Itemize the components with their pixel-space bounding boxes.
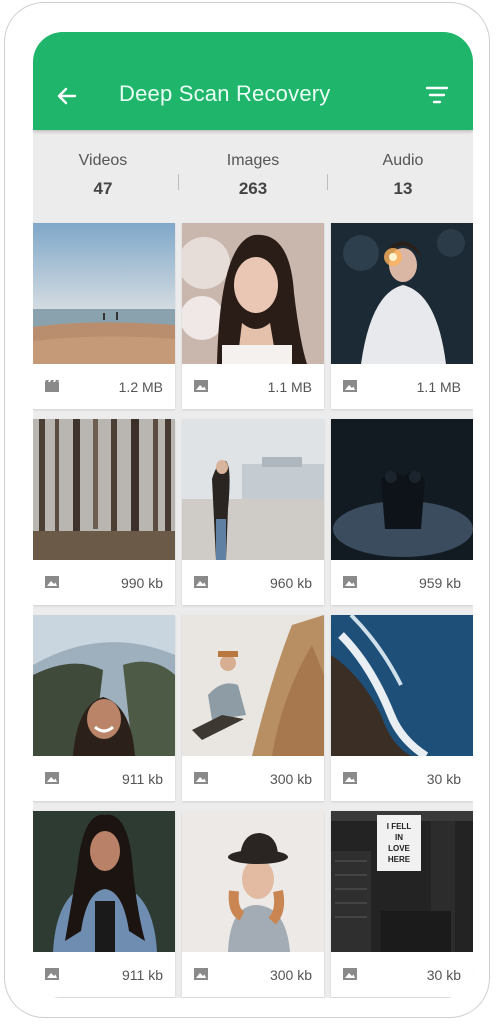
stat-label: Videos <box>78 152 128 169</box>
stat-count: 263 <box>238 179 268 198</box>
app-bar: Deep Scan Recovery <box>33 32 473 130</box>
app-screen: Deep Scan Recovery Videos 47 Images 263 … <box>33 32 473 998</box>
file-size: 1.2 MB <box>118 379 163 395</box>
image-icon <box>45 576 59 588</box>
media-card[interactable]: 300 kb <box>182 811 324 997</box>
stat-count: 47 <box>93 179 113 198</box>
file-size: 1.1 MB <box>416 379 461 395</box>
video-icon <box>45 380 59 392</box>
media-meta: 1.1 MB <box>331 364 473 409</box>
media-thumbnail <box>331 419 473 560</box>
svg-text:IN: IN <box>395 833 403 842</box>
file-size: 959 kb <box>418 575 461 591</box>
stat-images[interactable]: Images 263 <box>183 152 323 199</box>
media-card[interactable]: 30 kb <box>331 615 473 801</box>
media-card[interactable]: I FELL IN LOVE HERE 30 kb <box>331 811 473 997</box>
media-card[interactable]: 1.1 MB <box>182 223 324 409</box>
media-card[interactable]: 990 kb <box>33 419 175 605</box>
file-size: 30 kb <box>426 771 461 787</box>
media-thumbnail <box>182 223 324 364</box>
stat-label: Audio <box>382 152 424 169</box>
image-icon <box>343 576 357 588</box>
media-card[interactable]: 300 kb <box>182 615 324 801</box>
sign-text: I FELL IN LOVE HERE <box>387 822 412 864</box>
file-size: 990 kb <box>120 575 163 591</box>
image-icon <box>343 380 357 392</box>
media-thumbnail <box>331 223 473 364</box>
file-size: 300 kb <box>269 771 312 787</box>
media-meta: 959 kb <box>331 560 473 605</box>
image-icon <box>343 772 357 784</box>
media-meta: 990 kb <box>33 560 175 605</box>
media-meta: 911 kb <box>33 756 175 801</box>
image-icon <box>194 576 208 588</box>
media-card[interactable]: 959 kb <box>331 419 473 605</box>
media-thumbnail <box>182 419 324 560</box>
file-size: 1.1 MB <box>267 379 312 395</box>
media-thumbnail <box>33 223 175 364</box>
filter-icon[interactable] <box>425 85 449 105</box>
media-thumbnail <box>331 615 473 756</box>
media-thumbnail <box>33 615 175 756</box>
media-meta: 300 kb <box>182 756 324 801</box>
media-thumbnail: I FELL IN LOVE HERE <box>331 811 473 952</box>
divider <box>178 174 179 190</box>
media-meta: 300 kb <box>182 952 324 997</box>
file-size: 960 kb <box>269 575 312 591</box>
file-size: 300 kb <box>269 967 312 983</box>
file-size: 30 kb <box>426 967 461 983</box>
divider <box>327 174 328 190</box>
svg-text:HERE: HERE <box>388 855 411 864</box>
stat-audio[interactable]: Audio 13 <box>333 152 473 199</box>
media-meta: 30 kb <box>331 952 473 997</box>
media-thumbnail <box>33 419 175 560</box>
image-icon <box>45 968 59 980</box>
svg-text:LOVE: LOVE <box>388 844 410 853</box>
back-arrow-icon[interactable] <box>55 84 79 108</box>
image-icon <box>194 968 208 980</box>
image-icon <box>45 772 59 784</box>
media-thumbnail <box>33 811 175 952</box>
stat-videos[interactable]: Videos 47 <box>33 152 173 199</box>
media-card[interactable]: 960 kb <box>182 419 324 605</box>
page-title: Deep Scan Recovery <box>119 81 331 106</box>
media-card[interactable]: 1.2 MB <box>33 223 175 409</box>
media-thumbnail <box>182 811 324 952</box>
phone-frame: Deep Scan Recovery Videos 47 Images 263 … <box>4 2 490 1018</box>
category-stats: Videos 47 Images 263 Audio 13 <box>33 130 473 222</box>
media-meta: 911 kb <box>33 952 175 997</box>
file-size: 911 kb <box>122 967 163 983</box>
stat-label: Images <box>226 152 280 169</box>
image-icon <box>343 968 357 980</box>
file-size: 911 kb <box>122 771 163 787</box>
media-thumbnail <box>182 615 324 756</box>
svg-text:I FELL: I FELL <box>387 822 412 831</box>
media-meta: 1.1 MB <box>182 364 324 409</box>
media-card[interactable]: 911 kb <box>33 615 175 801</box>
media-card[interactable]: 911 kb <box>33 811 175 997</box>
image-icon <box>194 380 208 392</box>
media-card[interactable]: 1.1 MB <box>331 223 473 409</box>
media-meta: 1.2 MB <box>33 364 175 409</box>
media-meta: 960 kb <box>182 560 324 605</box>
media-meta: 30 kb <box>331 756 473 801</box>
stat-count: 13 <box>393 179 413 198</box>
image-icon <box>194 772 208 784</box>
